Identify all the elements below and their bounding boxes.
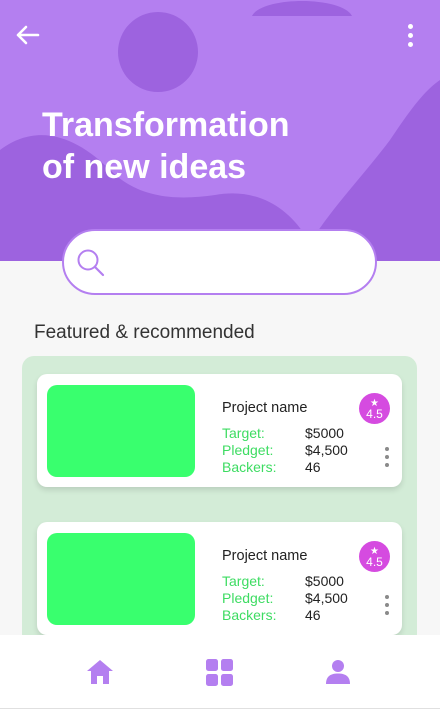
more-vertical-icon-dot <box>385 463 389 467</box>
backers-value: 46 <box>305 459 321 475</box>
more-vertical-icon-dot <box>407 41 413 47</box>
more-vertical-icon-dot <box>385 603 389 607</box>
pledged-value: $4,500 <box>305 590 348 606</box>
arrow-left-icon <box>16 25 40 45</box>
home-icon <box>87 660 113 684</box>
dashboard-icon <box>205 658 233 686</box>
pledged-label: Pledget: <box>222 442 274 458</box>
project-card[interactable]: Project name Target: $5000 Pledget: $4,500… <box>37 522 402 635</box>
rating-value: 4.5 <box>366 406 383 421</box>
rating-badge: ★ 4.5 <box>359 393 390 424</box>
more-vertical-icon-dot <box>385 611 389 615</box>
backers-label: Backers: <box>222 607 277 623</box>
header-banner: Transformation of new ideas <box>0 0 440 261</box>
page-title-line1: Transformation <box>42 106 290 144</box>
rating-value: 4.5 <box>366 554 383 569</box>
page-title-line2: of new ideas <box>42 148 247 186</box>
section-title: Featured & recommended <box>34 322 255 343</box>
project-thumbnail <box>47 533 195 625</box>
page-title: Transformation of new ideas <box>42 104 342 188</box>
more-vertical-icon <box>407 23 413 29</box>
search-icon <box>77 249 105 277</box>
target-label: Target: <box>222 425 265 441</box>
more-vertical-icon-dot <box>385 455 389 459</box>
pledged-value: $4,500 <box>305 442 348 458</box>
featured-list: Project name Target: $5000 Pledget: $4,500… <box>22 356 417 646</box>
target-value: $5000 <box>305 425 344 441</box>
nav-home[interactable] <box>85 657 115 687</box>
card-more-button[interactable] <box>382 447 392 467</box>
backers-label: Backers: <box>222 459 277 475</box>
search-input[interactable] <box>114 243 358 283</box>
project-card[interactable]: Project name Target: $5000 Pledget: $4,500… <box>37 374 402 487</box>
project-stats: Target: $5000 Pledget: $4,500 Backers: 46 <box>222 573 348 624</box>
more-vertical-icon-dot <box>407 32 413 38</box>
nav-profile[interactable] <box>323 657 353 687</box>
pledged-label: Pledget: <box>222 590 274 606</box>
rating-badge: ★ 4.5 <box>359 541 390 572</box>
project-name: Project name <box>222 548 308 564</box>
target-value: $5000 <box>305 573 344 589</box>
back-button[interactable] <box>12 20 42 50</box>
more-vertical-icon <box>385 595 389 599</box>
target-label: Target: <box>222 573 265 589</box>
card-more-button[interactable] <box>382 595 392 615</box>
backers-value: 46 <box>305 607 321 623</box>
search-bar[interactable] <box>62 229 377 295</box>
project-name: Project name <box>222 400 308 416</box>
profile-icon <box>326 660 350 684</box>
project-thumbnail <box>47 385 195 477</box>
bottom-navigation <box>0 635 440 709</box>
nav-dashboard[interactable] <box>204 657 234 687</box>
more-options-button[interactable] <box>400 20 420 50</box>
project-stats: Target: $5000 Pledget: $4,500 Backers: 46 <box>222 425 348 476</box>
more-vertical-icon <box>385 447 389 451</box>
